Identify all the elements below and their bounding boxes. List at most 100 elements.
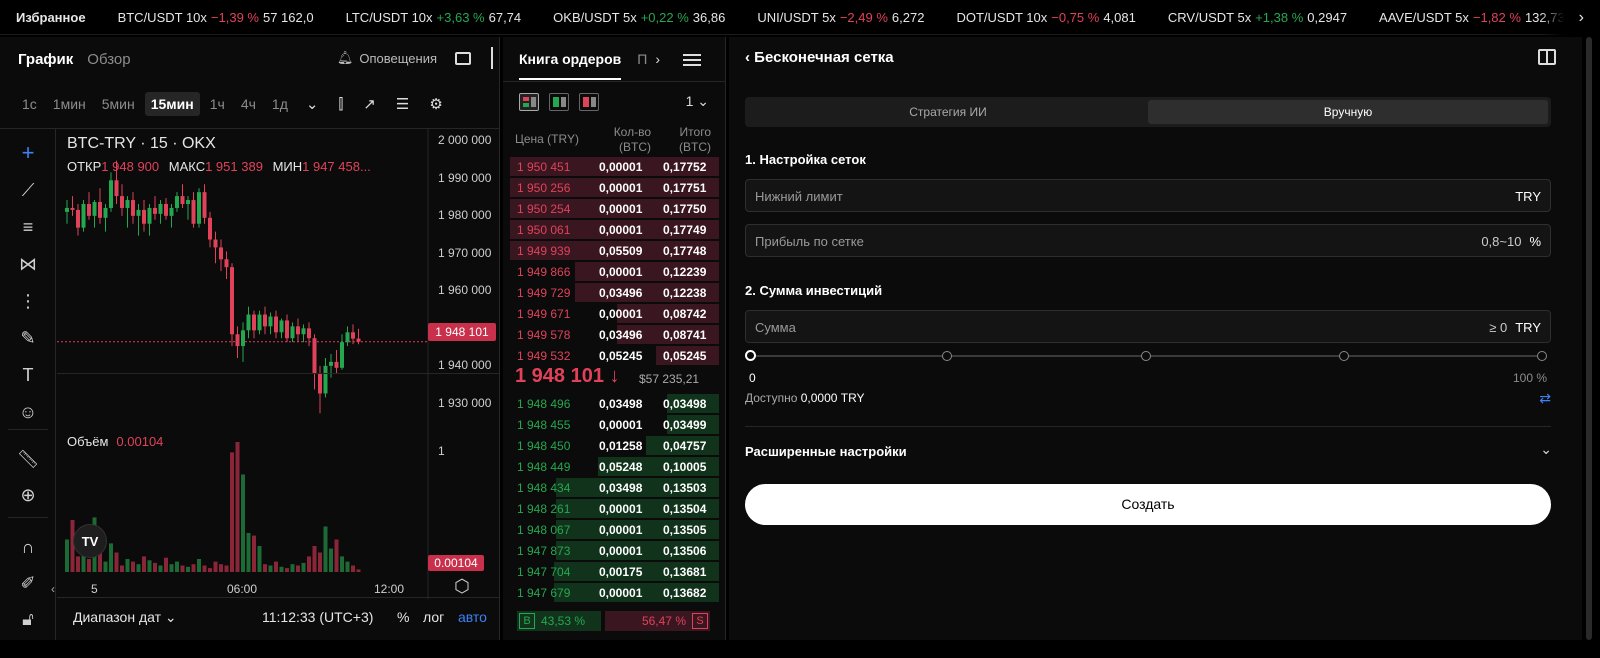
indicators-icon[interactable]: ↗ bbox=[355, 95, 384, 113]
ticker-item[interactable]: OKB/USDT 5x +0,22 % 36,86 bbox=[537, 10, 741, 25]
favorites-label[interactable]: Избранное bbox=[0, 10, 102, 25]
view-asks-icon[interactable] bbox=[579, 93, 599, 111]
bid-row[interactable]: 1 948 455 0,00001 0,03499 bbox=[503, 414, 726, 435]
view-both-icon[interactable] bbox=[519, 93, 539, 111]
depth-select[interactable]: 1 ⌄ bbox=[686, 93, 709, 110]
timeframe-1s[interactable]: 1с bbox=[16, 92, 43, 116]
ruler-icon[interactable]: 📏︎ bbox=[14, 445, 42, 473]
grid-profit-field[interactable]: Прибыль по сетке 0,8~10% bbox=[745, 224, 1551, 257]
bid-row[interactable]: 1 947 704 0,00175 0,13681 bbox=[503, 561, 726, 582]
auto-scale-button[interactable]: авто bbox=[458, 609, 487, 625]
create-button[interactable]: Создать bbox=[745, 484, 1551, 525]
slider-stop[interactable] bbox=[1537, 351, 1547, 361]
pattern-icon[interactable]: ⋈ bbox=[14, 250, 42, 278]
price-chart[interactable]: BTC-TRY · 15 · OKX ОТКР1 948 900 МАКС1 9… bbox=[51, 129, 500, 599]
bid-row[interactable]: 1 947 679 0,00001 0,13682 bbox=[503, 582, 726, 603]
bid-row[interactable]: 1 948 450 0,01258 0,04757 bbox=[503, 435, 726, 456]
amount-field[interactable]: Сумма ≥ 0 TRY bbox=[745, 310, 1551, 343]
ask-row[interactable]: 1 949 671 0,00001 0,08742 bbox=[503, 303, 726, 324]
amount-slider[interactable] bbox=[745, 350, 1547, 361]
ticker-item[interactable]: DOT/USDT 10x −0,75 % 4,081 bbox=[940, 10, 1151, 25]
pencil-lock-icon[interactable]: ✐ bbox=[14, 569, 42, 597]
ticker-item[interactable]: BTC/USDT 10x −1,39 % 57 162,0 bbox=[102, 10, 330, 25]
ticker-item[interactable]: UNI/USDT 5x −2,49 % 6,272 bbox=[741, 10, 940, 25]
gear-icon[interactable]: ⚙ bbox=[421, 95, 450, 113]
horizontal-lines-icon[interactable]: ≡ bbox=[14, 213, 42, 241]
ask-row[interactable]: 1 950 061 0,00001 0,17749 bbox=[503, 219, 726, 240]
zoom-in-icon[interactable]: ⊕ bbox=[14, 481, 42, 509]
chevron-down-icon[interactable]: ⌄ bbox=[1540, 441, 1552, 458]
list-icon[interactable]: ☰ bbox=[388, 95, 417, 113]
log-scale-button[interactable]: лог bbox=[423, 609, 444, 625]
tab-chart[interactable]: График bbox=[0, 51, 73, 68]
book-icon[interactable] bbox=[1538, 49, 1556, 65]
ob-price: 1 949 866 bbox=[517, 265, 571, 279]
timeframe-1d[interactable]: 1д bbox=[266, 92, 294, 116]
fib-icon[interactable]: ⋮ bbox=[14, 287, 42, 315]
chevron-right-icon[interactable]: › bbox=[647, 51, 660, 67]
slider-stop[interactable] bbox=[942, 351, 952, 361]
ask-row[interactable]: 1 949 866 0,00001 0,12239 bbox=[503, 261, 726, 282]
settings-hex-icon[interactable]: ⬡ bbox=[454, 576, 470, 597]
tradingview-logo[interactable]: TV bbox=[73, 524, 107, 558]
mode-ai[interactable]: Стратегия ИИ bbox=[748, 100, 1148, 124]
chevron-left-icon[interactable]: ‹ bbox=[745, 49, 750, 66]
text-icon[interactable]: T bbox=[14, 361, 42, 389]
view-bids-icon[interactable] bbox=[549, 93, 569, 111]
ask-row[interactable]: 1 949 939 0,05509 0,17748 bbox=[503, 240, 726, 261]
ob-price: 1 947 704 bbox=[517, 565, 571, 579]
tab-trades[interactable]: П bbox=[621, 51, 647, 67]
chevron-right-icon[interactable]: › bbox=[1540, 0, 1600, 35]
timeframe-1h[interactable]: 1ч bbox=[204, 92, 231, 116]
scrollbar-thumb[interactable] bbox=[1586, 37, 1592, 640]
window-icon[interactable] bbox=[455, 52, 471, 65]
ask-row[interactable]: 1 950 254 0,00001 0,17750 bbox=[503, 198, 726, 219]
lock-icon[interactable]: 🔓︎ bbox=[14, 605, 42, 633]
divider bbox=[491, 47, 493, 69]
slider-stop[interactable] bbox=[1141, 351, 1151, 361]
percent-scale-button[interactable]: % bbox=[397, 609, 409, 625]
mode-manual[interactable]: Вручную bbox=[1148, 100, 1548, 124]
scrollbar[interactable] bbox=[1584, 37, 1594, 640]
brush-icon[interactable]: ✎ bbox=[14, 324, 42, 352]
ask-row[interactable]: 1 949 532 0,05245 0,05245 bbox=[503, 345, 726, 366]
crosshair-icon[interactable]: + bbox=[14, 139, 42, 167]
volume-bar bbox=[175, 561, 179, 572]
slider-handle[interactable] bbox=[745, 350, 756, 361]
date-range-button[interactable]: Диапазон дат ⌄ bbox=[73, 609, 177, 626]
filter-icon[interactable] bbox=[683, 51, 701, 67]
ask-row[interactable]: 1 950 256 0,00001 0,17751 bbox=[503, 177, 726, 198]
tab-overview[interactable]: Обзор bbox=[73, 51, 130, 68]
trend-line-icon[interactable]: ⟋ bbox=[14, 176, 42, 204]
bid-row[interactable]: 1 948 261 0,00001 0,13504 bbox=[503, 498, 726, 519]
chart-canvas[interactable] bbox=[57, 129, 500, 599]
clock[interactable]: 11:12:33 (UTC+3) bbox=[262, 609, 373, 625]
timeframe-15m[interactable]: 15мин bbox=[144, 92, 200, 116]
bid-row[interactable]: 1 948 434 0,03498 0,13503 bbox=[503, 477, 726, 498]
bid-row[interactable]: 1 948 449 0,05248 0,10005 bbox=[503, 456, 726, 477]
candle-body bbox=[153, 207, 157, 214]
timeframe-5m[interactable]: 5мин bbox=[96, 92, 141, 116]
emoji-icon[interactable]: ☺ bbox=[14, 398, 42, 426]
timeframe-4h[interactable]: 4ч bbox=[235, 92, 262, 116]
bid-row[interactable]: 1 947 873 0,00001 0,13506 bbox=[503, 540, 726, 561]
bid-row[interactable]: 1 948 067 0,00001 0,13505 bbox=[503, 519, 726, 540]
grid-title[interactable]: ‹ Бесконечная сетка bbox=[745, 49, 894, 66]
ask-row[interactable]: 1 949 578 0,03496 0,08741 bbox=[503, 324, 726, 345]
lower-limit-field[interactable]: Нижний лимит TRY bbox=[745, 179, 1551, 212]
advanced-settings[interactable]: Расширенные настройки bbox=[745, 444, 907, 459]
ask-row[interactable]: 1 950 451 0,00001 0,17752 bbox=[503, 156, 726, 177]
timeframe-1m[interactable]: 1мин bbox=[47, 92, 92, 116]
ask-row[interactable]: 1 949 729 0,03496 0,12238 bbox=[503, 282, 726, 303]
magnet-icon[interactable]: ∩ bbox=[14, 533, 42, 561]
ticker-item[interactable]: CRV/USDT 5x +1,38 % 0,2947 bbox=[1152, 10, 1363, 25]
alerts-button[interactable]: 🔔︎ Оповещения bbox=[337, 50, 437, 66]
chevron-left-icon[interactable]: ‹ bbox=[51, 582, 55, 596]
candles-icon[interactable]: ⫿ bbox=[330, 96, 351, 113]
chevron-down-icon[interactable]: ⌄ bbox=[298, 95, 327, 113]
ticker-item[interactable]: LTC/USDT 10x +3,63 % 67,74 bbox=[330, 10, 538, 25]
tab-orderbook[interactable]: Книга ордеров bbox=[503, 51, 622, 80]
slider-stop[interactable] bbox=[1339, 351, 1349, 361]
swap-icon[interactable]: ⇄ bbox=[1539, 390, 1551, 407]
bid-row[interactable]: 1 948 496 0,03498 0,03498 bbox=[503, 393, 726, 414]
